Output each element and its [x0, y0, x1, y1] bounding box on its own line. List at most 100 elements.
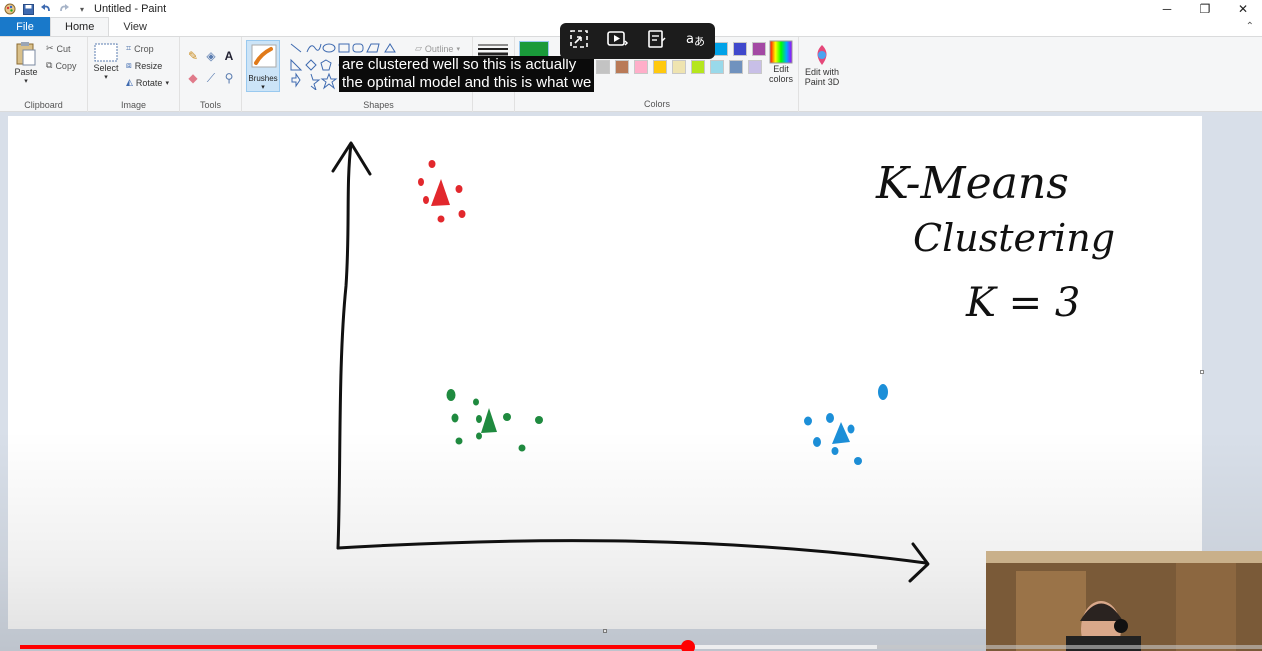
data-point — [455, 437, 463, 445]
progress-scrubber[interactable] — [681, 640, 696, 651]
data-point — [451, 413, 459, 423]
save-icon[interactable] — [22, 3, 34, 15]
edit-colors-button[interactable]: Edit colors — [765, 40, 797, 84]
progress-played — [20, 645, 689, 649]
outline-button[interactable]: ▱ Outline ▾ — [415, 43, 460, 54]
data-point — [418, 178, 424, 186]
color-swatch[interactable] — [672, 60, 686, 74]
tab-home[interactable]: Home — [50, 17, 110, 36]
eraser-icon[interactable]: ◆ — [186, 71, 200, 85]
data-point — [473, 398, 479, 406]
chevron-down-icon[interactable]: ▾ — [76, 3, 88, 15]
data-point — [854, 457, 862, 465]
data-point — [423, 196, 429, 204]
data-point — [428, 160, 436, 168]
redo-icon[interactable] — [58, 3, 70, 15]
color-swatch[interactable] — [733, 42, 747, 56]
brushes-label: Brushes — [248, 74, 278, 83]
collapse-ribbon-icon[interactable]: ⌃ — [1246, 21, 1254, 32]
color-swatch[interactable] — [596, 60, 610, 74]
select-label: Select — [93, 63, 119, 73]
edit-colors-label-2: colors — [768, 74, 793, 84]
select-button[interactable]: Select ▾ — [92, 43, 120, 81]
data-point — [831, 447, 839, 455]
data-point — [437, 215, 445, 223]
data-point — [455, 185, 463, 193]
caption-line-1: are clustered well so this is actually — [342, 56, 577, 73]
color-swatch[interactable] — [615, 60, 629, 74]
pencil-icon[interactable]: ✎ — [186, 49, 200, 63]
presenter-image — [986, 551, 1262, 651]
color-swatch[interactable] — [634, 60, 648, 74]
cut-button[interactable]: ✂ Cut — [46, 43, 71, 54]
brushes-button[interactable]: Brushes ▾ — [246, 40, 280, 92]
shapes-group-label: Shapes — [363, 100, 394, 110]
chevron-down-icon: ▾ — [165, 79, 169, 87]
data-point — [813, 437, 821, 447]
clipboard-group-label: Clipboard — [24, 100, 63, 110]
clipboard-group: Paste ▾ ✂ Cut ⧉ Copy Clipboard — [0, 37, 88, 112]
paint3d-label-1: Edit with — [804, 67, 839, 77]
copy-label: Copy — [55, 60, 77, 71]
line-size-icon[interactable] — [478, 43, 508, 57]
color-swatch[interactable] — [653, 60, 667, 74]
svg-text:a: a — [686, 32, 694, 47]
quick-access-toolbar: ▾ — [0, 0, 88, 18]
data-point — [518, 444, 526, 452]
resize-button[interactable]: ⧈ Resize — [126, 60, 162, 71]
centroid-red — [431, 179, 450, 206]
color-swatch[interactable] — [710, 60, 724, 74]
undo-icon[interactable] — [40, 3, 52, 15]
paste-label: Paste — [14, 67, 38, 77]
tab-view[interactable]: View — [109, 17, 161, 36]
notes-icon[interactable] — [644, 29, 670, 54]
paint-icon — [4, 3, 16, 15]
video-caption: are clustered well so this is actually t… — [339, 56, 595, 92]
paste-button[interactable]: Paste ▾ — [10, 41, 42, 85]
k-value-label: K = 3 — [965, 280, 1080, 326]
data-point — [804, 416, 812, 426]
tools-group-label: Tools — [199, 100, 221, 110]
video-progress-bar[interactable] — [20, 645, 1262, 649]
resize-icon: ⧈ — [126, 60, 132, 70]
close-button[interactable]: ✕ — [1224, 0, 1262, 18]
copy-button[interactable]: ⧉ Copy — [46, 60, 76, 71]
text-tool-icon[interactable]: A — [222, 49, 236, 63]
paint3d-label-2: Paint 3D — [804, 77, 840, 87]
paste-icon — [16, 42, 36, 66]
edit-with-paint3d-button[interactable]: Edit with Paint 3D — [801, 43, 843, 87]
chevron-down-icon: ▾ — [456, 45, 460, 53]
color-swatch[interactable] — [729, 60, 743, 74]
rotate-label: Rotate — [135, 77, 163, 88]
cluster-red — [418, 160, 466, 223]
canvas-resize-handle-bottom[interactable] — [603, 629, 607, 633]
translate-icon[interactable]: aあ — [683, 29, 709, 54]
magnifier-icon[interactable]: ⚲ — [222, 71, 236, 85]
color-swatch[interactable] — [748, 60, 762, 74]
color-picker-icon[interactable]: ⟋ — [204, 71, 218, 85]
image-group: Select ▾ ⌗ Crop ⧈ Resize ◭ Rotate ▾ Image — [88, 37, 180, 112]
exit-fullscreen-icon[interactable] — [566, 29, 592, 54]
color-swatch[interactable] — [752, 42, 766, 56]
x-axis — [336, 539, 928, 565]
canvas-resize-handle-right[interactable] — [1200, 370, 1204, 374]
minimize-button[interactable]: ─ — [1148, 0, 1186, 18]
data-point — [826, 413, 834, 423]
webcam-feed — [986, 551, 1262, 651]
fill-bucket-icon[interactable]: ◈ — [204, 49, 218, 63]
brush-icon — [251, 44, 277, 68]
tab-file[interactable]: File — [0, 17, 50, 36]
color-swatch[interactable] — [691, 60, 705, 74]
copy-icon: ⧉ — [46, 60, 53, 70]
cluster-green — [446, 389, 543, 452]
autoplay-icon[interactable] — [605, 29, 631, 54]
data-point — [535, 416, 543, 424]
data-point — [476, 415, 482, 423]
tools-group: ✎ ◈ A ◆ ⟋ ⚲ Tools — [180, 37, 242, 112]
color-swatch[interactable] — [714, 42, 728, 56]
restore-button[interactable]: ❐ — [1186, 0, 1224, 18]
crop-button[interactable]: ⌗ Crop — [126, 43, 154, 54]
cut-label: Cut — [56, 43, 71, 54]
chevron-down-icon: ▾ — [24, 78, 28, 85]
rotate-button[interactable]: ◭ Rotate ▾ — [126, 77, 169, 88]
